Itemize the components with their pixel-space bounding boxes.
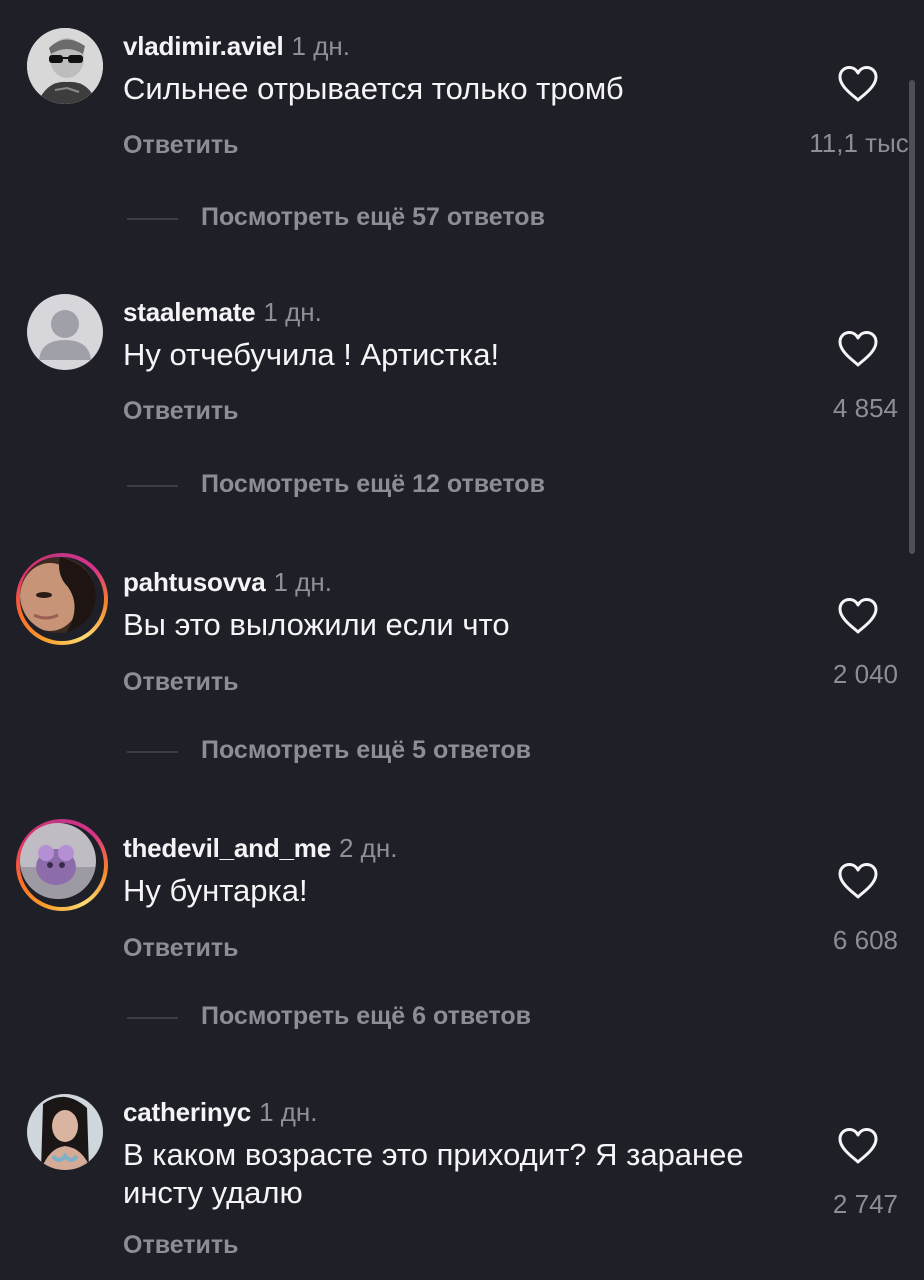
reply-button[interactable]: Ответить xyxy=(123,131,239,160)
timestamp: 1 дн. xyxy=(291,31,350,61)
timestamp: 1 дн. xyxy=(263,297,322,327)
reply-button[interactable]: Ответить xyxy=(123,397,239,426)
avatar[interactable] xyxy=(27,28,103,104)
heart-outline-icon[interactable] xyxy=(837,330,879,368)
avatar[interactable] xyxy=(27,1094,103,1170)
view-more-replies-label: Посмотреть ещё 5 ответов xyxy=(201,736,532,764)
heart-outline-icon[interactable] xyxy=(837,862,879,900)
username[interactable]: pahtusovva xyxy=(123,567,266,597)
comment-header: vladimir.aviel 1 дн. xyxy=(123,31,350,62)
heart-outline-icon[interactable] xyxy=(837,65,879,103)
avatar-story-ring[interactable] xyxy=(16,819,108,911)
like-count: 4 854 xyxy=(832,393,898,423)
replies-divider xyxy=(127,751,178,753)
reply-button[interactable]: Ответить xyxy=(123,668,239,697)
comment-header: staalemate 1 дн. xyxy=(123,297,322,328)
scrollbar[interactable] xyxy=(909,80,915,554)
username[interactable]: catherinyc xyxy=(123,1097,251,1127)
avatar-story-ring[interactable] xyxy=(16,553,108,645)
comment-text: Вы это выложили если что xyxy=(123,607,510,642)
replies-divider xyxy=(127,1017,178,1019)
comments-screen: vladimir.aviel 1 дн. Сильнее отрывается т… xyxy=(0,0,924,1280)
view-more-replies-label: Посмотреть ещё 12 ответов xyxy=(201,470,545,498)
comment-text: В каком возрасте это приходит? Я заранее… xyxy=(123,1137,744,1210)
replies-divider xyxy=(127,218,178,220)
avatar xyxy=(20,557,96,633)
reply-button[interactable]: Ответить xyxy=(123,1231,239,1260)
timestamp: 1 дн. xyxy=(273,567,332,597)
like-count: 6 608 xyxy=(832,925,898,955)
comment-text: Ну отчебучила ! Артистка! xyxy=(123,337,500,372)
comment-text: Ну бунтарка! xyxy=(123,873,308,908)
like-count: 2 747 xyxy=(832,1189,898,1219)
like-count: 2 040 xyxy=(832,659,898,689)
heart-outline-icon[interactable] xyxy=(837,597,879,635)
username[interactable]: staalemate xyxy=(123,297,256,327)
view-more-replies-label: Посмотреть ещё 57 ответов xyxy=(201,203,545,231)
comment-text: Сильнее отрывается только тромб xyxy=(123,71,624,106)
username[interactable]: thedevil_and_me xyxy=(123,833,331,863)
replies-divider xyxy=(127,485,178,487)
view-more-replies-label: Посмотреть ещё 6 ответов xyxy=(201,1002,532,1030)
reply-button[interactable]: Ответить xyxy=(123,934,239,963)
heart-outline-icon[interactable] xyxy=(837,1127,879,1165)
username[interactable]: vladimir.aviel xyxy=(123,31,284,61)
timestamp: 1 дн. xyxy=(259,1097,318,1127)
avatar xyxy=(20,823,96,899)
comment-header: catherinyc 1 дн. xyxy=(123,1097,318,1128)
comment-header: pahtusovva 1 дн. xyxy=(123,567,332,598)
like-count: 11,1 тыс. xyxy=(809,128,916,158)
comment-header: thedevil_and_me 2 дн. xyxy=(123,833,397,864)
timestamp: 2 дн. xyxy=(338,833,398,863)
avatar[interactable] xyxy=(27,294,103,370)
